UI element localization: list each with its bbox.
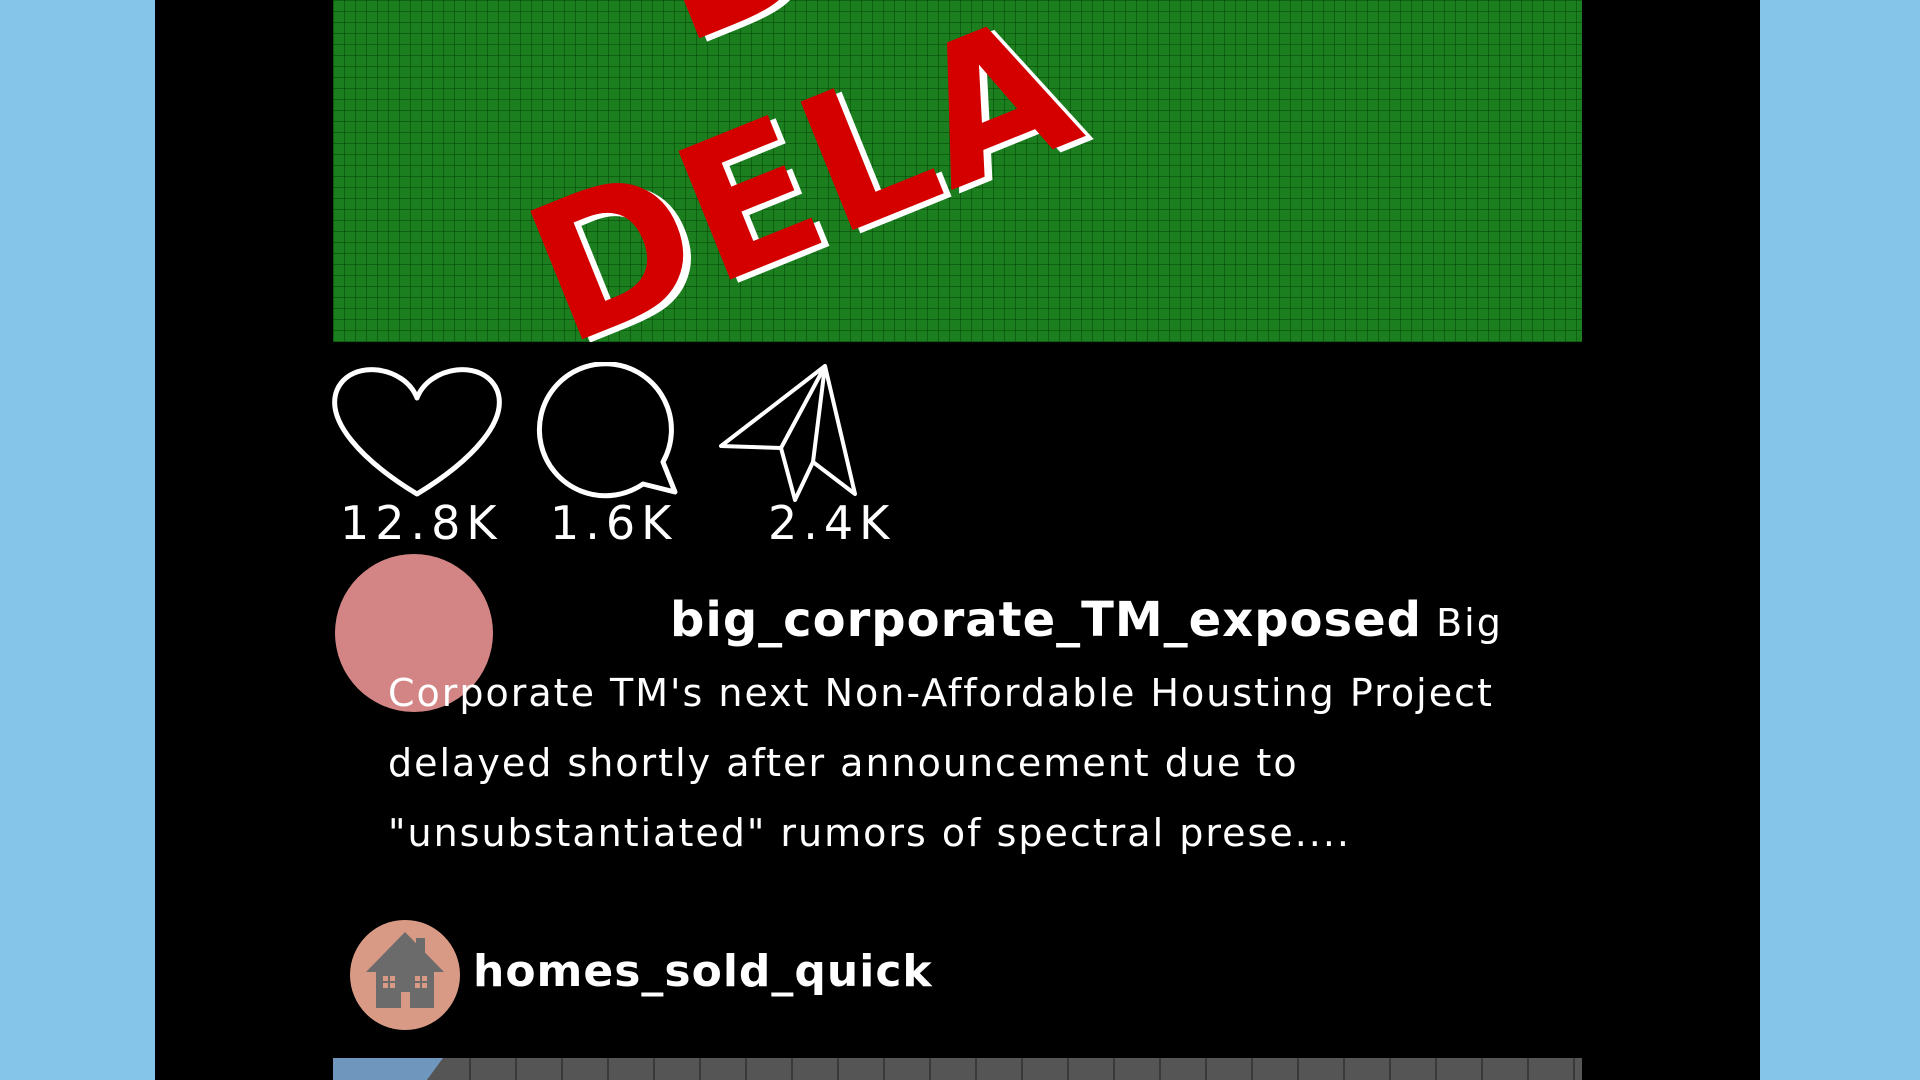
post-image-stamp-text: DELA xyxy=(500,0,1106,342)
next-post-avatar[interactable] xyxy=(350,920,460,1030)
comment-bubble-icon[interactable] xyxy=(535,362,685,502)
comments-count: 1.6K xyxy=(550,496,678,550)
post-image[interactable]: D DELA xyxy=(333,0,1582,342)
post-caption: big_corporate_TM_exposed Big Corporate T… xyxy=(388,585,1588,868)
likes-count: 12.8K xyxy=(340,496,503,550)
paper-plane-icon[interactable] xyxy=(713,362,863,502)
next-post-image[interactable] xyxy=(333,1058,1582,1080)
feed-panel: D DELA 12.8K 1.6K 2.4K big_corporate_TM_… xyxy=(155,0,1760,1080)
heart-icon[interactable] xyxy=(331,360,503,500)
author-username[interactable]: big_corporate_TM_exposed xyxy=(670,592,1422,648)
house-icon xyxy=(366,932,444,1008)
shares-count: 2.4K xyxy=(768,496,896,550)
next-post-username[interactable]: homes_sold_quick xyxy=(473,950,933,994)
